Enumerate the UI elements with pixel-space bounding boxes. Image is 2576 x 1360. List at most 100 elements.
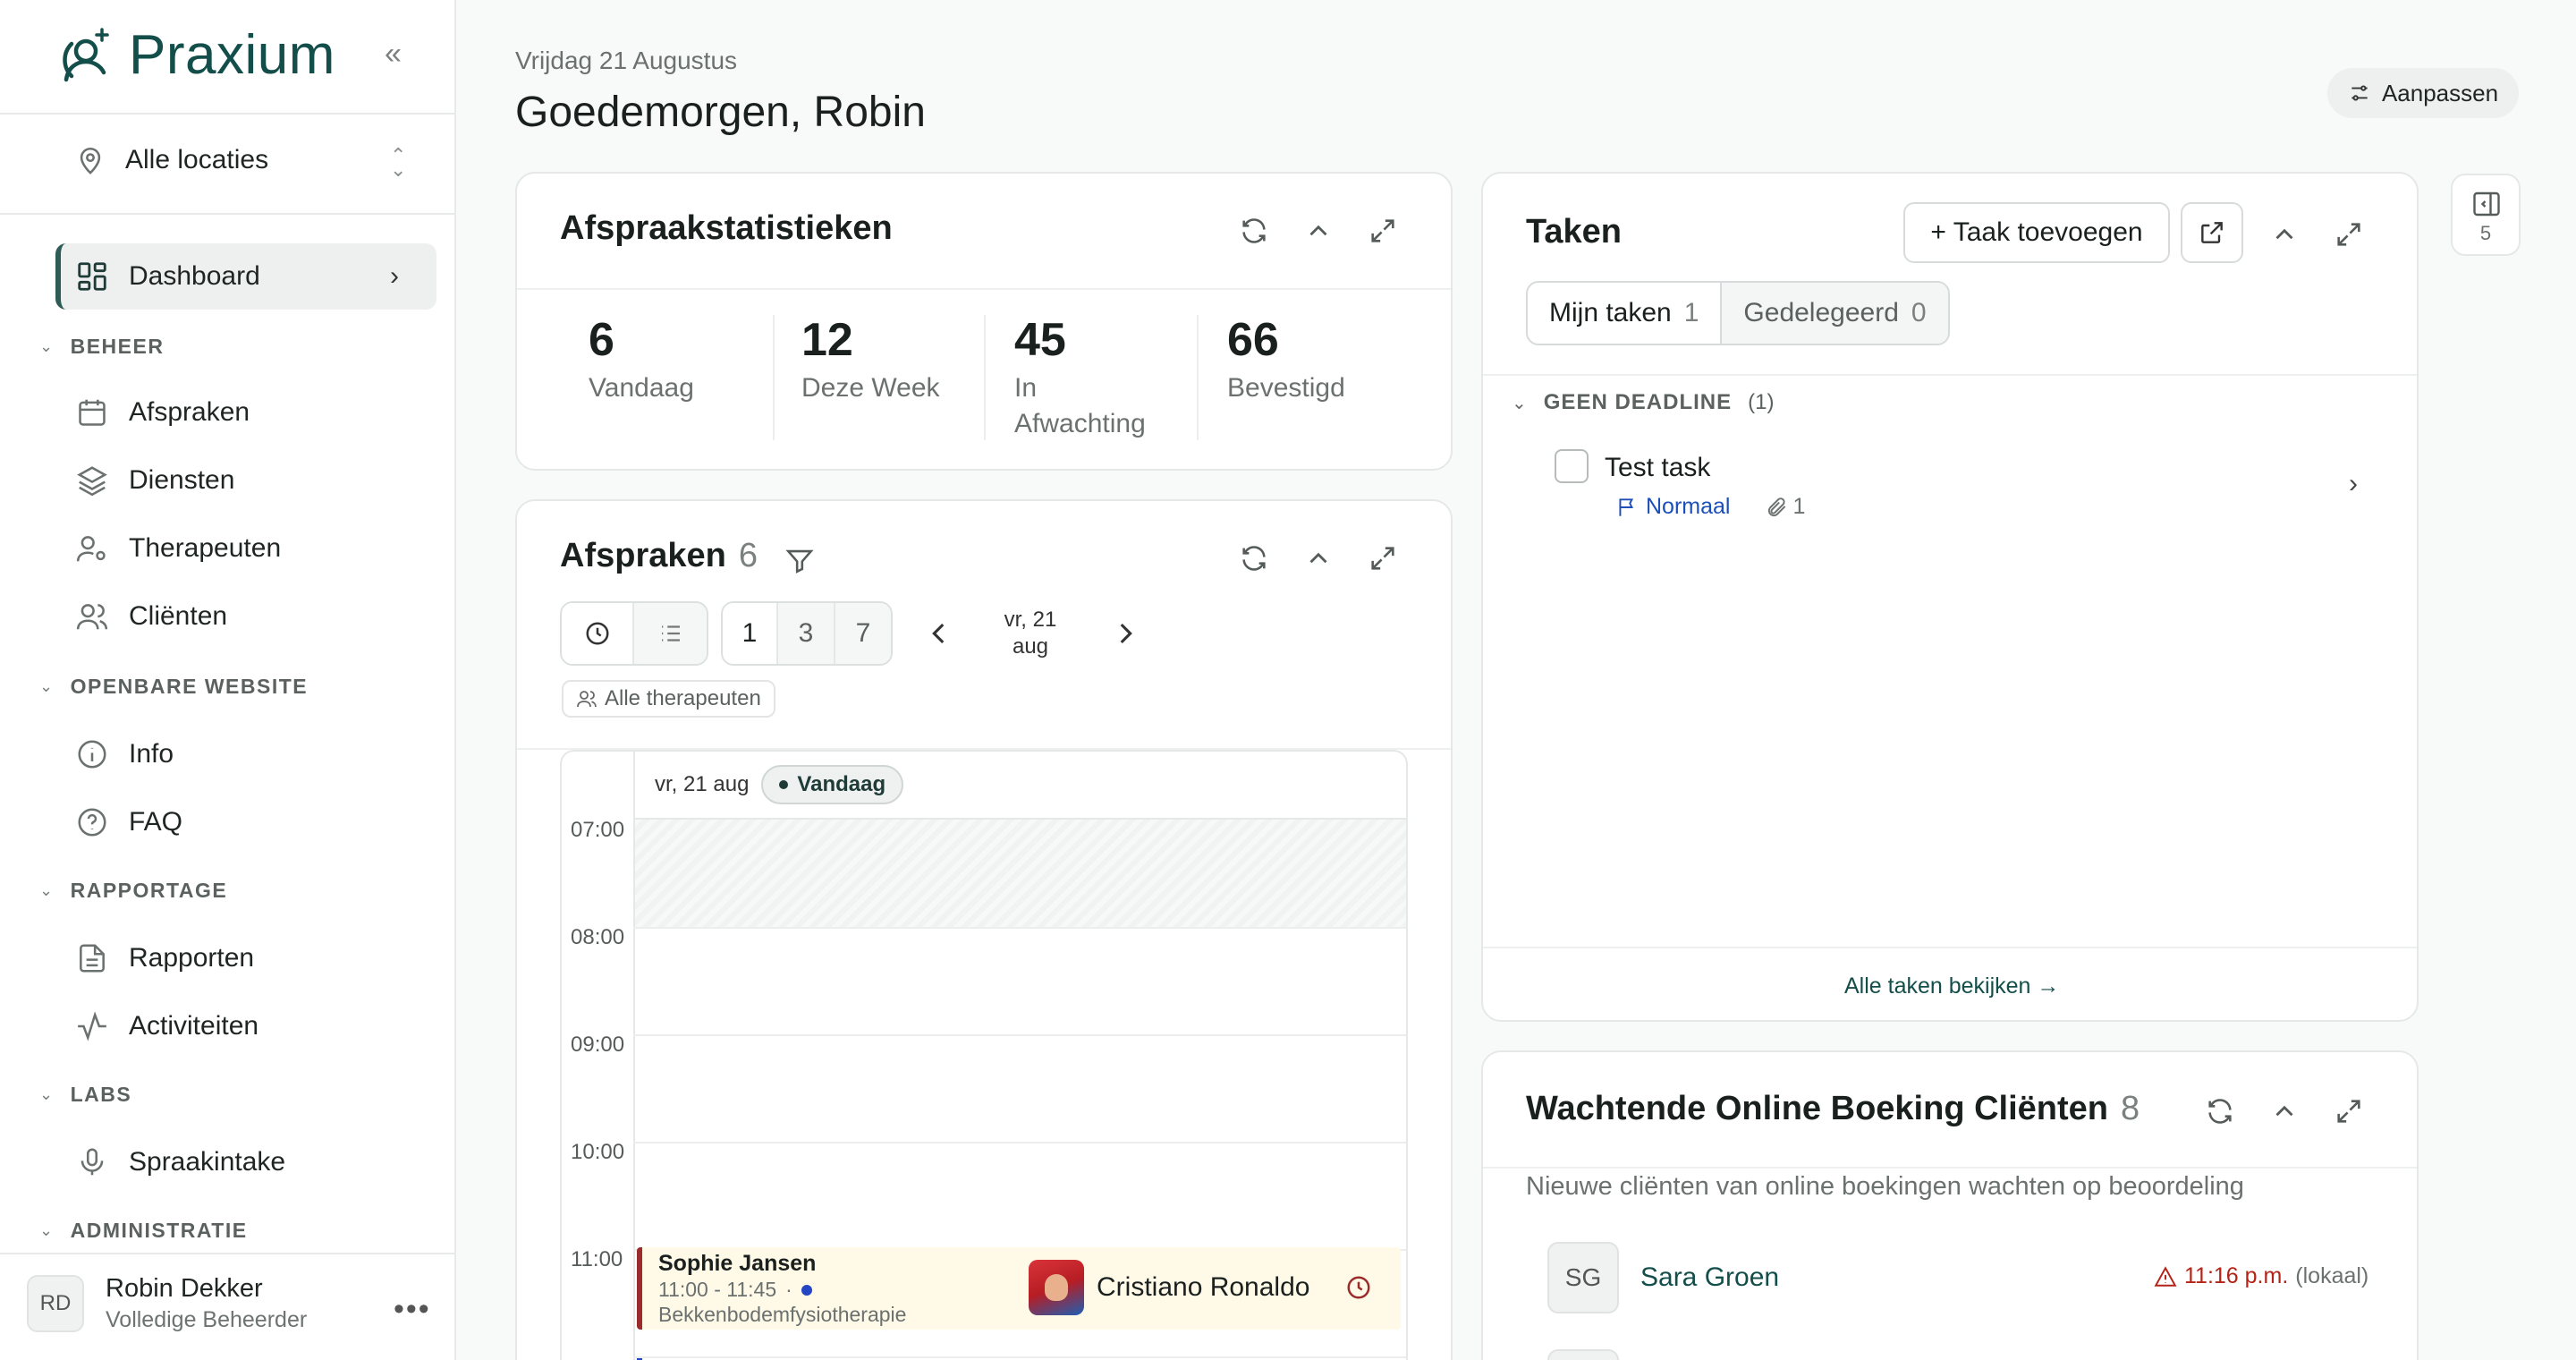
current-date-label: vr, 21 aug [984,607,1077,660]
chevron-up-down-icon[interactable]: ⌃ ⌄ [390,146,406,180]
expand-icon[interactable] [2329,215,2368,254]
side-panel-toggle[interactable]: 5 [2451,174,2521,256]
filter-icon[interactable] [780,540,819,580]
list-item[interactable]: SG Sara Groen [1547,1242,1779,1313]
stat-label: Bevestigd [1227,373,1345,403]
hour-line [633,927,1406,929]
divider [517,288,1451,290]
chevron-up-icon[interactable] [2265,215,2304,254]
therapist-filter-chip[interactable]: Alle therapeuten [562,680,775,718]
range-7-days-button[interactable]: 7 [835,603,891,664]
hour-label: 09:00 [571,1033,625,1057]
customize-button[interactable]: Aanpassen [2327,68,2519,118]
expand-icon[interactable] [1363,211,1402,251]
stat-label: In Afwachting [1014,373,1146,438]
chevron-right-icon[interactable]: › [2349,469,2358,499]
client-booking-time: 11:16 p.m. (lokaal) [2154,1263,2368,1289]
tab-gedelegeerd[interactable]: Gedelegeerd 0 [1720,283,1948,344]
sidebar-item-label: Afspraken [129,397,250,427]
brand-logo[interactable]: Praxium [54,23,335,87]
user-name: Robin Dekker [106,1274,263,1303]
refresh-icon[interactable] [2200,1092,2240,1131]
sidebar-item-clienten[interactable]: Cliënten [75,599,227,633]
refresh-icon[interactable] [1234,539,1274,578]
hour-label: 11:00 [571,1247,623,1271]
collapse-sidebar-icon[interactable]: « [385,38,413,69]
date-line: vr, 21 [1004,608,1057,632]
stat-pending: 45 In Afwachting [1014,313,1166,442]
tab-mijn-taken[interactable]: Mijn taken 1 [1528,283,1720,344]
expand-icon[interactable] [1363,539,1402,578]
sidebar-item-diensten[interactable]: Diensten [75,463,234,497]
external-link-button[interactable] [2181,202,2243,263]
appointment-event[interactable]: Sophie Jansen 11:00 - 11:45 · Bekkenbode… [637,1247,1401,1330]
more-options-icon[interactable]: ••• [394,1292,431,1327]
section-rapportage[interactable]: ⌄ RAPPORTAGE [39,879,227,903]
external-link-icon [2201,222,2223,243]
sidebar-item-spraakintake[interactable]: Spraakintake [75,1145,285,1179]
view-all-tasks-link[interactable]: Alle taken bekijken → [1844,973,2059,999]
sidebar-item-dashboard[interactable]: Dashboard [75,259,260,293]
client-name[interactable]: Sara Groen [1640,1262,1779,1293]
paperclip-icon [1768,497,1786,516]
unavailable-slot [635,820,1406,927]
panel-count: 5 [2479,222,2492,244]
chevron-up-icon[interactable] [2265,1092,2304,1131]
dashboard-icon [78,262,106,291]
sidebar-item-label: Info [129,739,174,769]
section-beheer[interactable]: ⌄ BEHEER [39,335,164,359]
sidebar-item-activiteiten[interactable]: Activiteiten [75,1009,258,1043]
group-count: (1) [1748,390,1775,414]
chevron-up-icon[interactable] [1299,211,1338,251]
hour-label: 10:00 [571,1140,625,1164]
clock-icon [586,622,608,645]
task-group-header[interactable]: ⌄ GEEN DEADLINE (1) [1512,390,1774,415]
section-website[interactable]: ⌄ OPENBARE WEBSITE [39,675,308,699]
section-administratie[interactable]: ⌄ ADMINISTRATIE [39,1219,248,1243]
sidebar-item-therapeuten[interactable]: Therapeuten [75,531,281,565]
next-day-icon[interactable] [1106,614,1145,653]
stats-title: Afspraakstatistieken [560,209,893,247]
sliders-icon [2351,85,2368,101]
today-badge: Vandaag [761,765,904,804]
logo-icon [63,27,109,81]
appointment-client: Sophie Jansen [658,1251,817,1276]
sidebar-item-label: Diensten [129,465,235,495]
waiting-clients-title: Wachtende Online Boeking Cliënten 8 [1526,1090,2140,1128]
timeline-view-button[interactable] [562,603,635,664]
sidebar-item-info[interactable]: Info [75,737,174,771]
chevron-up-icon[interactable] [1299,539,1338,578]
previous-day-icon[interactable] [919,614,959,653]
waiting-title-label: Wachtende Online Boeking Cliënten [1526,1090,2108,1127]
location-selector[interactable]: Alle locaties [75,143,268,177]
sidebar-item-rapporten[interactable]: Rapporten [75,941,254,975]
calendar-icon [79,399,106,426]
range-1-day-button[interactable]: 1 [723,603,778,664]
chevron-right-icon: › [390,261,399,291]
task-checkbox[interactable] [1555,449,1589,483]
range-3-days-button[interactable]: 3 [778,603,835,664]
warning-icon [2154,1265,2177,1287]
app-root: Praxium « Alle locaties ⌃ ⌄ Dashboard › ⌄… [0,0,2576,1360]
refresh-icon[interactable] [1234,211,1274,251]
clock-icon [1347,1276,1370,1299]
appointment-service: Bekkenbodemfysiotherapie [658,1303,907,1326]
section-labs[interactable]: ⌄ LABS [39,1083,131,1107]
task-title[interactable]: Test task [1605,453,1710,483]
separator: · [785,1278,792,1301]
user-cog-icon [76,536,106,562]
stat-value: 45 [1014,314,1066,366]
sidebar-item-afspraken[interactable]: Afspraken [75,395,250,429]
stat-today: 6 Vandaag [589,313,750,406]
map-pin-icon [80,147,101,174]
expand-icon[interactable] [2329,1092,2368,1131]
date-line: aug [1012,634,1049,659]
sidebar-item-faq[interactable]: FAQ [75,805,182,839]
hour-line [633,1356,1406,1358]
divider [984,315,986,440]
add-task-button[interactable]: + Taak toevoegen [1903,202,2170,263]
users-icon [76,604,108,630]
user-profile[interactable]: RD Robin Dekker Volledige Beheerder [27,1274,307,1333]
list-view-button[interactable] [634,603,707,664]
file-text-icon [80,944,105,973]
